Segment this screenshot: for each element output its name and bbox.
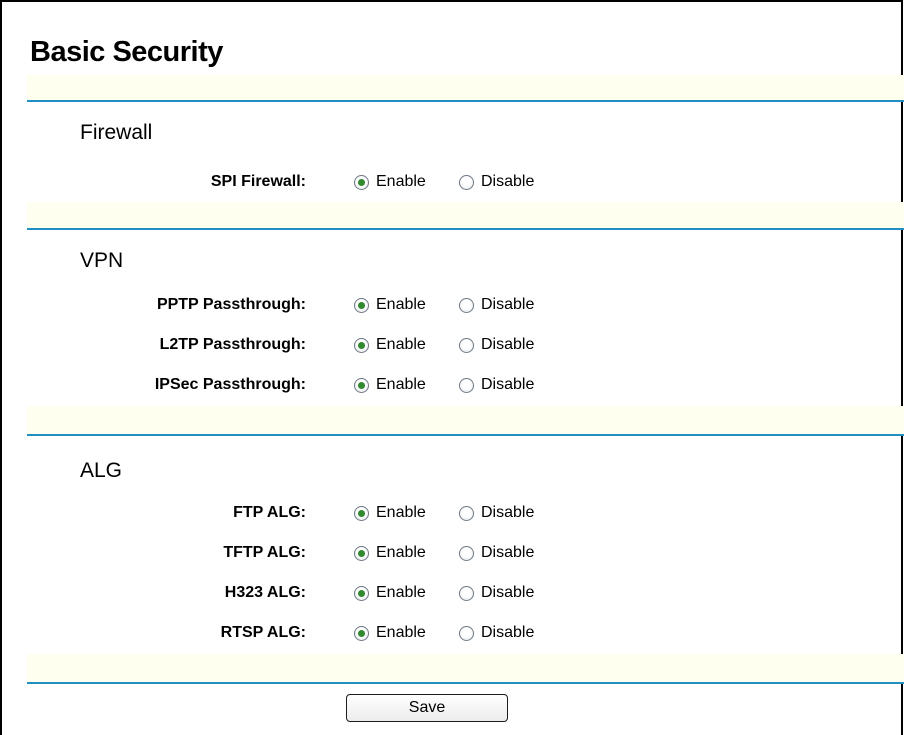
band (27, 654, 904, 682)
radio-enable-pptp[interactable] (354, 297, 369, 313)
enable-option[interactable]: Enable (354, 370, 426, 400)
setting-label: H323 ALG: (224, 584, 306, 601)
radio-enable-tftp-alg[interactable] (354, 545, 369, 561)
radio-enable-l2tp[interactable] (354, 337, 369, 353)
setting-label: PPTP Passthrough: (156, 296, 306, 313)
disable-label: Disable (481, 584, 535, 601)
disable-option[interactable]: Disable (459, 370, 534, 400)
band (27, 202, 904, 228)
disable-label: Disable (481, 376, 535, 393)
enable-option[interactable]: Enable (354, 538, 426, 568)
radio-disable-ftp-alg[interactable] (459, 505, 474, 521)
enable-label: Enable (376, 624, 426, 641)
setting-row-tftp-alg: TFTP ALG: Enable Disable (0, 538, 906, 568)
section-heading-vpn: VPN (80, 249, 124, 272)
section-heading-firewall: Firewall (80, 121, 153, 144)
radio-disable-rtsp-alg[interactable] (459, 625, 474, 641)
radio-disable-l2tp[interactable] (459, 337, 474, 353)
divider (27, 434, 904, 436)
radio-disable-h323-alg[interactable] (459, 585, 474, 601)
setting-row-rtsp-alg: RTSP ALG: Enable Disable (0, 618, 906, 648)
disable-option[interactable]: Disable (459, 498, 534, 528)
enable-option[interactable]: Enable (354, 167, 426, 197)
disable-option[interactable]: Disable (459, 618, 534, 648)
divider (27, 228, 904, 230)
setting-row-pptp: PPTP Passthrough: Enable Disable (0, 290, 906, 320)
setting-row-spi-firewall: SPI Firewall: Enable Disable (0, 167, 906, 197)
radio-disable-tftp-alg[interactable] (459, 545, 474, 561)
page-title: Basic Security (30, 36, 223, 68)
disable-option[interactable]: Disable (459, 290, 534, 320)
radio-enable-ipsec[interactable] (354, 377, 369, 393)
enable-label: Enable (376, 376, 426, 393)
divider (27, 100, 904, 102)
enable-label: Enable (376, 584, 426, 601)
setting-label: SPI Firewall: (210, 173, 306, 190)
enable-option[interactable]: Enable (354, 578, 426, 608)
enable-label: Enable (376, 296, 426, 313)
enable-option[interactable]: Enable (354, 330, 426, 360)
setting-row-h323-alg: H323 ALG: Enable Disable (0, 578, 906, 608)
disable-label: Disable (481, 544, 535, 561)
divider (27, 682, 904, 684)
band (27, 406, 904, 434)
enable-option[interactable]: Enable (354, 290, 426, 320)
radio-enable-spi-firewall[interactable] (354, 174, 369, 190)
setting-row-ftp-alg: FTP ALG: Enable Disable (0, 498, 906, 528)
disable-option[interactable]: Disable (459, 538, 534, 568)
setting-row-ipsec: IPSec Passthrough: Enable Disable (0, 370, 906, 400)
setting-label: IPSec Passthrough: (154, 376, 306, 393)
radio-disable-ipsec[interactable] (459, 377, 474, 393)
enable-option[interactable]: Enable (354, 618, 426, 648)
enable-label: Enable (376, 504, 426, 521)
setting-label: FTP ALG: (233, 504, 306, 521)
disable-label: Disable (481, 624, 535, 641)
radio-disable-spi-firewall[interactable] (459, 174, 474, 190)
setting-label: TFTP ALG: (223, 544, 306, 561)
enable-label: Enable (376, 544, 426, 561)
disable-label: Disable (481, 173, 535, 190)
setting-label: L2TP Passthrough: (159, 336, 306, 353)
radio-enable-rtsp-alg[interactable] (354, 625, 369, 641)
setting-row-l2tp: L2TP Passthrough: Enable Disable (0, 330, 906, 360)
disable-option[interactable]: Disable (459, 330, 534, 360)
disable-label: Disable (481, 504, 535, 521)
enable-label: Enable (376, 173, 426, 190)
save-button[interactable]: Save (346, 694, 508, 722)
enable-label: Enable (376, 336, 426, 353)
band (27, 75, 904, 100)
disable-label: Disable (481, 336, 535, 353)
disable-label: Disable (481, 296, 535, 313)
radio-enable-h323-alg[interactable] (354, 585, 369, 601)
enable-option[interactable]: Enable (354, 498, 426, 528)
radio-enable-ftp-alg[interactable] (354, 505, 369, 521)
disable-option[interactable]: Disable (459, 167, 534, 197)
section-heading-alg: ALG (80, 459, 123, 482)
disable-option[interactable]: Disable (459, 578, 534, 608)
setting-label: RTSP ALG: (220, 624, 306, 641)
radio-disable-pptp[interactable] (459, 297, 474, 313)
